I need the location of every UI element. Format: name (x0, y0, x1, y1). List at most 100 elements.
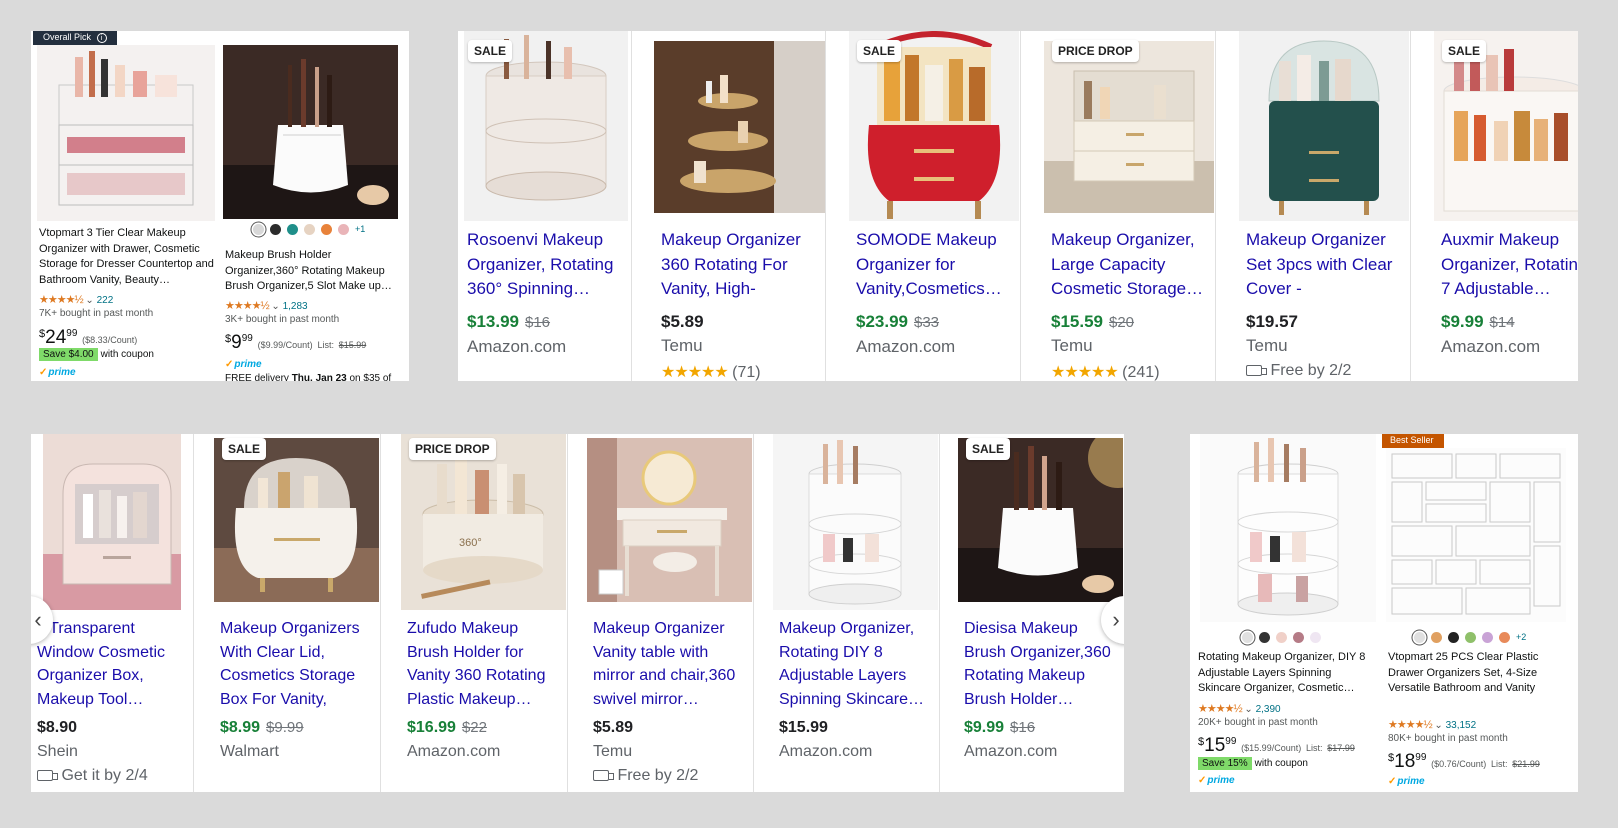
product-title-link[interactable]: Makeup Organizers With Clear Lid, Cosmet… (220, 617, 374, 713)
product-title-link[interactable]: Makeup Organizer Set 3pcs with Clear Cov… (1246, 228, 1404, 302)
shopping-card[interactable]: Makeup Organizer Set 3pcs with Clear Cov… (1237, 31, 1410, 381)
chevron-right-icon: › (1112, 607, 1120, 632)
color-swatches[interactable]: +1 (253, 224, 365, 236)
swatch[interactable] (253, 224, 264, 236)
svg-text:360°: 360° (459, 537, 482, 549)
product-title-link[interactable]: Auxmir Makeup Organizer, Rotating DIY 7 … (1441, 228, 1578, 302)
more-swatches-link[interactable]: +2 (1516, 632, 1526, 642)
truck-icon (37, 770, 58, 781)
swatch[interactable] (304, 224, 315, 236)
product-title-link[interactable]: c Transparent Window Cosmetic Organizer … (37, 617, 187, 713)
rating[interactable]: ★★★★★ (241) (1051, 362, 1160, 381)
coupon[interactable]: Save 15% with coupon (1198, 757, 1308, 770)
shopping-card[interactable]: Makeup Organizer Vanity table with mirro… (587, 434, 753, 792)
swatch[interactable] (1431, 632, 1442, 644)
star-rating-icon: ★★★★½ (39, 294, 84, 306)
rating[interactable]: ★★★★★ (71) (661, 362, 761, 381)
product-title[interactable]: Vtopmart 25 PCS Clear Plastic Drawer Org… (1388, 650, 1568, 697)
google-shopping-carousel-bottom: c Transparent Window Cosmetic Organizer … (31, 434, 1124, 792)
chevron-left-icon: ‹ (34, 607, 42, 632)
price: $15.99 (779, 719, 828, 736)
product-image[interactable]: 360° (401, 434, 566, 610)
product-image[interactable] (958, 438, 1123, 602)
product-title-link[interactable]: Makeup Organizer 360 Rotating For Vanity… (661, 228, 819, 302)
rating[interactable]: ★★★★½ ⌄ 33,152 (1388, 718, 1476, 731)
product-image[interactable] (43, 434, 181, 610)
prime-badge: prime (225, 359, 261, 370)
truck-icon (1246, 365, 1267, 376)
rating[interactable]: ★★★★½ ⌄ 222 (39, 293, 113, 306)
price-drop-badge: PRICE DROP (409, 438, 496, 460)
product-title-link[interactable]: Zufudo Makeup Brush Holder for Vanity 36… (407, 617, 561, 713)
swatch[interactable] (287, 224, 298, 236)
shopping-card[interactable]: 360° PRICE DROP Zufudo Makeup Brush Hold… (401, 434, 567, 792)
product-image[interactable] (1239, 31, 1409, 221)
color-swatches[interactable] (1242, 632, 1327, 644)
shopping-card[interactable]: SALE Diesisa Makeup Brush Organizer,360 … (958, 434, 1124, 792)
product-title[interactable]: Makeup Brush Holder Organizer,360° Rotat… (225, 248, 405, 295)
coupon[interactable]: Save $4.00 with coupon (39, 348, 154, 361)
shopping-card[interactable]: SALE Rosoenvi Makeup Organizer, Rotating… (458, 31, 631, 381)
product-title[interactable]: Rotating Makeup Organizer, DIY 8 Adjusta… (1198, 650, 1376, 697)
product-image[interactable] (214, 438, 379, 602)
rating[interactable]: ★★★★½ ⌄ 1,283 (225, 299, 308, 312)
more-swatches-link[interactable]: +1 (355, 224, 365, 234)
rating[interactable]: ★★★★½ ⌄ 2,390 (1198, 702, 1281, 715)
shopping-card[interactable]: SALE Makeup Organizers With Clear Lid, C… (214, 434, 380, 792)
product-title-link[interactable]: Diesisa Makeup Brush Organizer,360 Rotat… (964, 617, 1124, 713)
swatch[interactable] (1448, 632, 1459, 644)
shopping-card[interactable]: SALE Auxmir Makeup Organizer, Rotating D… (1432, 31, 1578, 381)
swatch[interactable] (1259, 632, 1270, 644)
shopping-card[interactable]: c Transparent Window Cosmetic Organizer … (31, 434, 193, 792)
sale-badge: SALE (468, 40, 513, 62)
swatch[interactable] (1276, 632, 1287, 644)
star-rating-icon: ★★★★★ (661, 364, 729, 381)
swatch[interactable] (338, 224, 349, 236)
divider (193, 434, 194, 792)
product-image[interactable] (37, 45, 215, 221)
product-title-link[interactable]: Makeup Organizer, Rotating DIY 8 Adjusta… (779, 617, 933, 713)
product-image[interactable] (1044, 41, 1214, 213)
swatch[interactable] (1465, 632, 1476, 644)
product-title-link[interactable]: Rosoenvi Makeup Organizer, Rotating 360°… (467, 228, 625, 302)
product-title-link[interactable]: SOMODE Makeup Organizer for Vanity,Cosme… (856, 228, 1014, 302)
product-image[interactable] (1386, 448, 1566, 622)
swatch[interactable] (270, 224, 281, 236)
amazon-product-card[interactable]: Overall Pick i Vtopmart 3 Tier Clear Mak… (31, 31, 221, 381)
amazon-product-card[interactable]: +1 Makeup Brush Holder Organizer,360° Ro… (221, 31, 409, 381)
product-image[interactable] (1200, 434, 1376, 622)
product-image[interactable] (773, 434, 938, 610)
product-title-link[interactable]: Makeup Organizer, Large Capacity Cosmeti… (1051, 228, 1209, 302)
shipping-info: Get it by 2/4 (37, 767, 148, 785)
product-title[interactable]: Vtopmart 3 Tier Clear Makeup Organizer w… (39, 226, 215, 288)
price-drop-badge: PRICE DROP (1052, 40, 1139, 62)
amazon-product-card[interactable]: Rotating Makeup Organizer, DIY 8 Adjusta… (1190, 434, 1382, 792)
merchant-name: Temu (1051, 336, 1093, 355)
truck-icon (593, 770, 614, 781)
product-title-link[interactable]: Makeup Organizer Vanity table with mirro… (593, 617, 747, 713)
swatch[interactable] (1242, 632, 1253, 644)
amazon-product-card[interactable]: Best Seller +2 Vtopmart 25 PCS Clear Pla… (1382, 434, 1574, 792)
swatch[interactable] (1414, 632, 1425, 644)
swatch[interactable] (1482, 632, 1493, 644)
swatch[interactable] (1293, 632, 1304, 644)
shopping-card[interactable]: SALE SOMODE Makeup Organizer for Vanity,… (847, 31, 1020, 381)
merchant-name: Amazon.com (467, 337, 567, 356)
swatch[interactable] (1310, 632, 1321, 644)
product-image[interactable] (654, 41, 825, 213)
color-swatches[interactable]: +2 (1414, 632, 1526, 644)
shopping-card[interactable]: Makeup Organizer, Rotating DIY 8 Adjusta… (773, 434, 939, 792)
star-rating-icon: ★★★★★ (1051, 364, 1119, 381)
price: $1599 ($15.99/Count) List: $17.99 (1198, 735, 1355, 756)
swatch[interactable] (1499, 632, 1510, 644)
best-seller-ribbon: Best Seller (1382, 434, 1444, 448)
product-image[interactable] (223, 45, 398, 219)
swatch[interactable] (321, 224, 332, 236)
bought-count: 7K+ bought in past month (39, 308, 154, 319)
shopping-card[interactable]: Makeup Organizer 360 Rotating For Vanity… (652, 31, 825, 381)
star-rating-icon: ★★★★½ (1388, 719, 1433, 731)
shopping-card[interactable]: PRICE DROP Makeup Organizer, Large Capac… (1042, 31, 1215, 381)
product-image[interactable] (587, 438, 752, 602)
price: $8.90 (37, 719, 78, 736)
info-icon[interactable]: i (96, 33, 107, 43)
